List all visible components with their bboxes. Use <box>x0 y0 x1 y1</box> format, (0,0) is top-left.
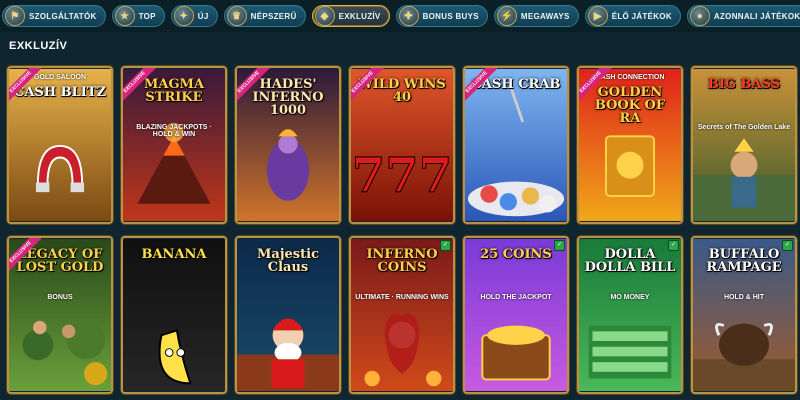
game-subtitle: HOLD THE JACKPOT <box>480 294 552 301</box>
game-subtitle: Secrets of The Golden Lake <box>697 124 791 131</box>
nav-tab-label: NÉPSZERŰ <box>250 11 297 21</box>
game-title: INFERNO COINS <box>366 247 438 275</box>
game-tile[interactable]: CASH CONNECTION GOLDEN BOOK OF RA EXCLUSIV… <box>577 66 683 224</box>
nav-tab-instant-games[interactable]: ● AZONNALI JÁTÉKOK <box>686 5 800 27</box>
providers-icon: ⚑ <box>5 6 25 26</box>
nav-tab-label: TOP <box>138 11 156 21</box>
game-tile[interactable]: GOLD SALOON CASH BLITZ EXCLUSIVE <box>7 66 113 224</box>
instant-games-icon: ● <box>689 6 710 26</box>
nav-tab-providers[interactable]: ⚑ SZOLGÁLTATÓK <box>2 5 106 27</box>
nav-tab-new[interactable]: ✦ ÚJ <box>170 5 218 27</box>
game-grid: GOLD SALOON CASH BLITZ EXCLUSIVE BLAZING JA… <box>7 66 797 394</box>
nav-tab-popular[interactable]: ♛ NÉPSZERŰ <box>223 5 306 27</box>
nav-tab-exclusive[interactable]: ◆ EXKLUZÍV <box>311 5 390 27</box>
section-title: EXKLUZÍV <box>9 40 68 52</box>
game-tile[interactable]: BONUS LEGACY OF LOST GOLD EXCLUSIVE <box>7 236 113 394</box>
game-tile[interactable]: Secrets of The Golden Lake BIG BASS <box>691 66 797 224</box>
game-title: 25 COINS <box>480 247 552 262</box>
top-icon: ★ <box>114 6 135 26</box>
verified-badge-icon: ✓ <box>440 240 451 251</box>
game-title: CASH BLITZ <box>13 85 106 100</box>
game-title: HADES' INFERNO 1000 <box>252 77 324 118</box>
game-tile[interactable]: BANANA <box>121 236 227 394</box>
game-title: Majestic Claus <box>257 247 319 275</box>
game-tile[interactable]: Majestic Claus <box>235 236 341 394</box>
game-tile[interactable]: 777 WILD WINS 40 EXCLUSIVE <box>349 66 455 224</box>
game-title: BUFFALO RAMPAGE <box>706 247 782 275</box>
new-icon: ✦ <box>173 6 194 26</box>
nav-tab-live-games[interactable]: ▶ ÉLŐ JÁTÉKOK <box>584 5 681 27</box>
verified-badge-icon: ✓ <box>554 240 565 251</box>
nav-tab-label: BONUS BUYS <box>422 11 479 21</box>
verified-badge-icon: ✓ <box>782 240 793 251</box>
nav-tab-label: MEGAWAYS <box>520 11 570 21</box>
game-tile[interactable]: HOLD & HIT BUFFALO RAMPAGE ✓ <box>691 236 797 394</box>
game-title: BANANA <box>141 247 207 262</box>
nav-tab-label: ÚJ <box>197 11 209 21</box>
game-tile[interactable]: ULTIMATE · RUNNING WINS INFERNO COINS ✓ <box>349 236 455 394</box>
exclusive-icon: ◆ <box>314 6 335 26</box>
nav-tab-label: EXKLUZÍV <box>338 11 381 21</box>
nav-tab-label: AZONNALI JÁTÉKOK <box>713 11 800 21</box>
game-title: DOLLA DOLLA BILL <box>584 247 676 275</box>
nav-tab-top[interactable]: ★ TOP <box>111 5 165 27</box>
game-tile[interactable]: HADES' INFERNO 1000 EXCLUSIVE <box>235 66 341 224</box>
nav-tab-megaways[interactable]: ⚡ MEGAWAYS <box>493 5 579 27</box>
bonus-buys-icon: ✚ <box>398 6 419 26</box>
game-subtitle: HOLD & HIT <box>723 294 765 301</box>
game-subtitle: ULTIMATE · RUNNING WINS <box>355 294 449 301</box>
megaways-icon: ⚡ <box>496 6 517 26</box>
popular-icon: ♛ <box>226 6 247 26</box>
game-subtitle: BLAZING JACKPOTS · HOLD & WIN <box>136 124 212 138</box>
verified-badge-icon: ✓ <box>668 240 679 251</box>
game-subtitle: BONUS <box>47 294 73 301</box>
game-title: BIG BASS <box>707 77 781 92</box>
game-tile[interactable]: CASH CRAB EXCLUSIVE <box>463 66 569 224</box>
live-games-icon: ▶ <box>587 6 608 26</box>
game-subtitle: MO MONEY <box>610 294 650 301</box>
category-nav: ⚑ SZOLGÁLTATÓK ★ TOP ✦ ÚJ ♛ NÉPSZERŰ ◆ EXKLUZÍV ✚ B… <box>0 0 800 32</box>
svg-text:777: 777 <box>352 148 452 204</box>
game-tile[interactable]: MO MONEY DOLLA DOLLA BILL ✓ <box>577 236 683 394</box>
nav-tab-bonus-buys[interactable]: ✚ BONUS BUYS <box>395 5 488 27</box>
game-tile[interactable]: BLAZING JACKPOTS · HOLD & WIN MAGMA STRIK… <box>121 66 227 224</box>
game-title: GOLDEN BOOK OF RA <box>594 85 666 126</box>
nav-tab-label: SZOLGÁLTATÓK <box>29 11 97 21</box>
game-tile[interactable]: HOLD THE JACKPOT 25 COINS ✓ <box>463 236 569 394</box>
nav-tab-label: ÉLŐ JÁTÉKOK <box>611 11 672 21</box>
